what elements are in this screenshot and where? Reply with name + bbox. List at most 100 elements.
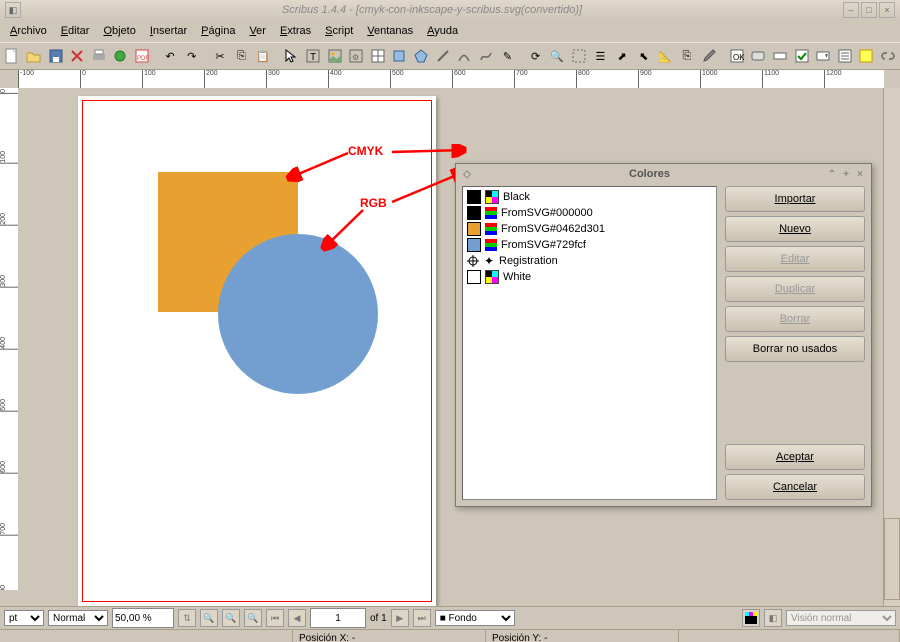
menu-objeto[interactable]: Objeto — [97, 23, 141, 39]
color-row[interactable]: White — [465, 269, 714, 285]
shape-icon[interactable] — [389, 45, 410, 67]
menu-ventanas[interactable]: Ventanas — [361, 23, 419, 39]
cms-icon[interactable] — [742, 609, 760, 627]
horizontal-ruler[interactable]: -100010020030040050060070080090010001100… — [18, 70, 884, 89]
close-doc-icon[interactable] — [67, 45, 88, 67]
pdf-list-icon[interactable] — [834, 45, 855, 67]
text-frame-icon[interactable]: T — [303, 45, 324, 67]
color-name: White — [503, 271, 531, 283]
image-frame-icon[interactable] — [324, 45, 345, 67]
last-page-icon[interactable]: ⏭ — [413, 609, 431, 627]
bezier-icon[interactable] — [454, 45, 475, 67]
preview-select[interactable]: Normal — [48, 610, 108, 626]
redo-icon[interactable]: ↷ — [181, 45, 202, 67]
menu-insertar[interactable]: Insertar — [144, 23, 193, 39]
vertical-ruler[interactable]: 0100200300400500600700800 — [0, 88, 19, 590]
zoom-input[interactable] — [112, 608, 174, 628]
cmyk-annotation: CMYK — [348, 144, 383, 158]
color-row[interactable]: FromSVG#729fcf — [465, 237, 714, 253]
pdf-pushbutton-icon[interactable] — [748, 45, 769, 67]
new-button[interactable]: Nuevo — [725, 216, 865, 242]
render-frame-icon[interactable]: ⚙ — [346, 45, 367, 67]
dialog-menu-icon[interactable]: ◇ — [460, 167, 474, 181]
unit-select[interactable]: pt — [4, 610, 44, 626]
close-icon[interactable]: × — [879, 2, 895, 18]
table-icon[interactable] — [367, 45, 388, 67]
duplicate-button[interactable]: Duplicar — [725, 276, 865, 302]
save-icon[interactable] — [45, 45, 66, 67]
copy-icon[interactable]: ⎘ — [231, 45, 252, 67]
pdf-checkbox-icon[interactable]: OK — [726, 45, 747, 67]
vision-select[interactable]: Visión normal — [786, 610, 896, 626]
color-list[interactable]: BlackFromSVG#000000FromSVG#0462d301FromS… — [462, 186, 717, 500]
rotate-icon[interactable]: ⟳ — [525, 45, 546, 67]
line-icon[interactable] — [432, 45, 453, 67]
color-row[interactable]: Black — [465, 189, 714, 205]
menu-ver[interactable]: Ver — [243, 23, 272, 39]
arrow-cmyk-to-list — [390, 144, 470, 164]
menu-editar[interactable]: Editar — [55, 23, 96, 39]
dialog-titlebar[interactable]: ◇ Colores ⌃ + × — [456, 164, 871, 184]
zoom-spin-icon[interactable]: ⇅ — [178, 609, 196, 627]
edit-button[interactable]: Editar — [725, 246, 865, 272]
menu-script[interactable]: Script — [319, 23, 359, 39]
undo-icon[interactable]: ↶ — [160, 45, 181, 67]
status-posx: Posición X: - — [293, 630, 486, 642]
new-doc-icon[interactable] — [2, 45, 23, 67]
measure-icon[interactable]: 📐 — [655, 45, 676, 67]
print-icon[interactable] — [88, 45, 109, 67]
pdf-combo-icon[interactable] — [813, 45, 834, 67]
cancel-button[interactable]: Cancelar — [725, 474, 865, 500]
menu-página[interactable]: Página — [195, 23, 241, 39]
pdf-link-icon[interactable] — [878, 45, 899, 67]
select-icon[interactable] — [281, 45, 302, 67]
zoom-icon[interactable]: 🔍 — [547, 45, 568, 67]
open-icon[interactable] — [24, 45, 45, 67]
next-page-icon[interactable]: ▶ — [391, 609, 409, 627]
minimize-icon[interactable]: – — [843, 2, 859, 18]
page-input[interactable] — [310, 608, 366, 628]
color-row[interactable]: ✦Registration — [465, 253, 714, 269]
pdf-check-icon[interactable] — [791, 45, 812, 67]
ok-button[interactable]: Aceptar — [725, 444, 865, 470]
eyedropper-icon[interactable] — [698, 45, 719, 67]
color-row[interactable]: FromSVG#000000 — [465, 205, 714, 221]
side-scrollbar[interactable] — [884, 518, 900, 600]
import-button[interactable]: Importar — [725, 186, 865, 212]
layer-select[interactable]: ■ Fondo — [435, 610, 515, 626]
delete-button[interactable]: Borrar — [725, 306, 865, 332]
story-editor-icon[interactable]: ☰ — [590, 45, 611, 67]
menubar: ArchivoEditarObjetoInsertarPáginaVerExtr… — [0, 20, 900, 42]
menu-archivo[interactable]: Archivo — [4, 23, 53, 39]
polygon-icon[interactable] — [411, 45, 432, 67]
dialog-close-icon[interactable]: × — [853, 167, 867, 181]
first-page-icon[interactable]: ⏮ — [266, 609, 284, 627]
svg-text:⚙: ⚙ — [352, 53, 359, 62]
pdf-annot-icon[interactable] — [856, 45, 877, 67]
window-menu-icon[interactable]: ◧ — [5, 2, 21, 18]
zoom-in-icon[interactable]: 🔍 — [244, 609, 262, 627]
cut-icon[interactable]: ✂ — [210, 45, 231, 67]
link-frames-icon[interactable]: ⬈ — [612, 45, 633, 67]
calligraphic-icon[interactable]: ✎ — [497, 45, 518, 67]
menu-ayuda[interactable]: Ayuda — [421, 23, 464, 39]
preview-mode-icon[interactable]: ◧ — [764, 609, 782, 627]
preflight-icon[interactable] — [110, 45, 131, 67]
edit-contents-icon[interactable] — [569, 45, 590, 67]
zoom-100-icon[interactable]: 🔍 — [222, 609, 240, 627]
freehand-icon[interactable] — [476, 45, 497, 67]
dialog-shade-icon[interactable]: ⌃ — [825, 167, 839, 181]
pdf-textfield-icon[interactable] — [770, 45, 791, 67]
pdf-icon[interactable]: PDF — [132, 45, 153, 67]
delete-unused-button[interactable]: Borrar no usados — [725, 336, 865, 362]
unlink-frames-icon[interactable]: ⬉ — [633, 45, 654, 67]
color-row[interactable]: FromSVG#0462d301 — [465, 221, 714, 237]
paste-icon[interactable]: 📋 — [253, 45, 274, 67]
menu-extras[interactable]: Extras — [274, 23, 317, 39]
zoom-out-icon[interactable]: 🔍 — [200, 609, 218, 627]
blue-circle[interactable] — [218, 234, 378, 394]
copy-props-icon[interactable]: ⎘ — [677, 45, 698, 67]
maximize-icon[interactable]: □ — [861, 2, 877, 18]
prev-page-icon[interactable]: ◀ — [288, 609, 306, 627]
dialog-max-icon[interactable]: + — [839, 167, 853, 181]
